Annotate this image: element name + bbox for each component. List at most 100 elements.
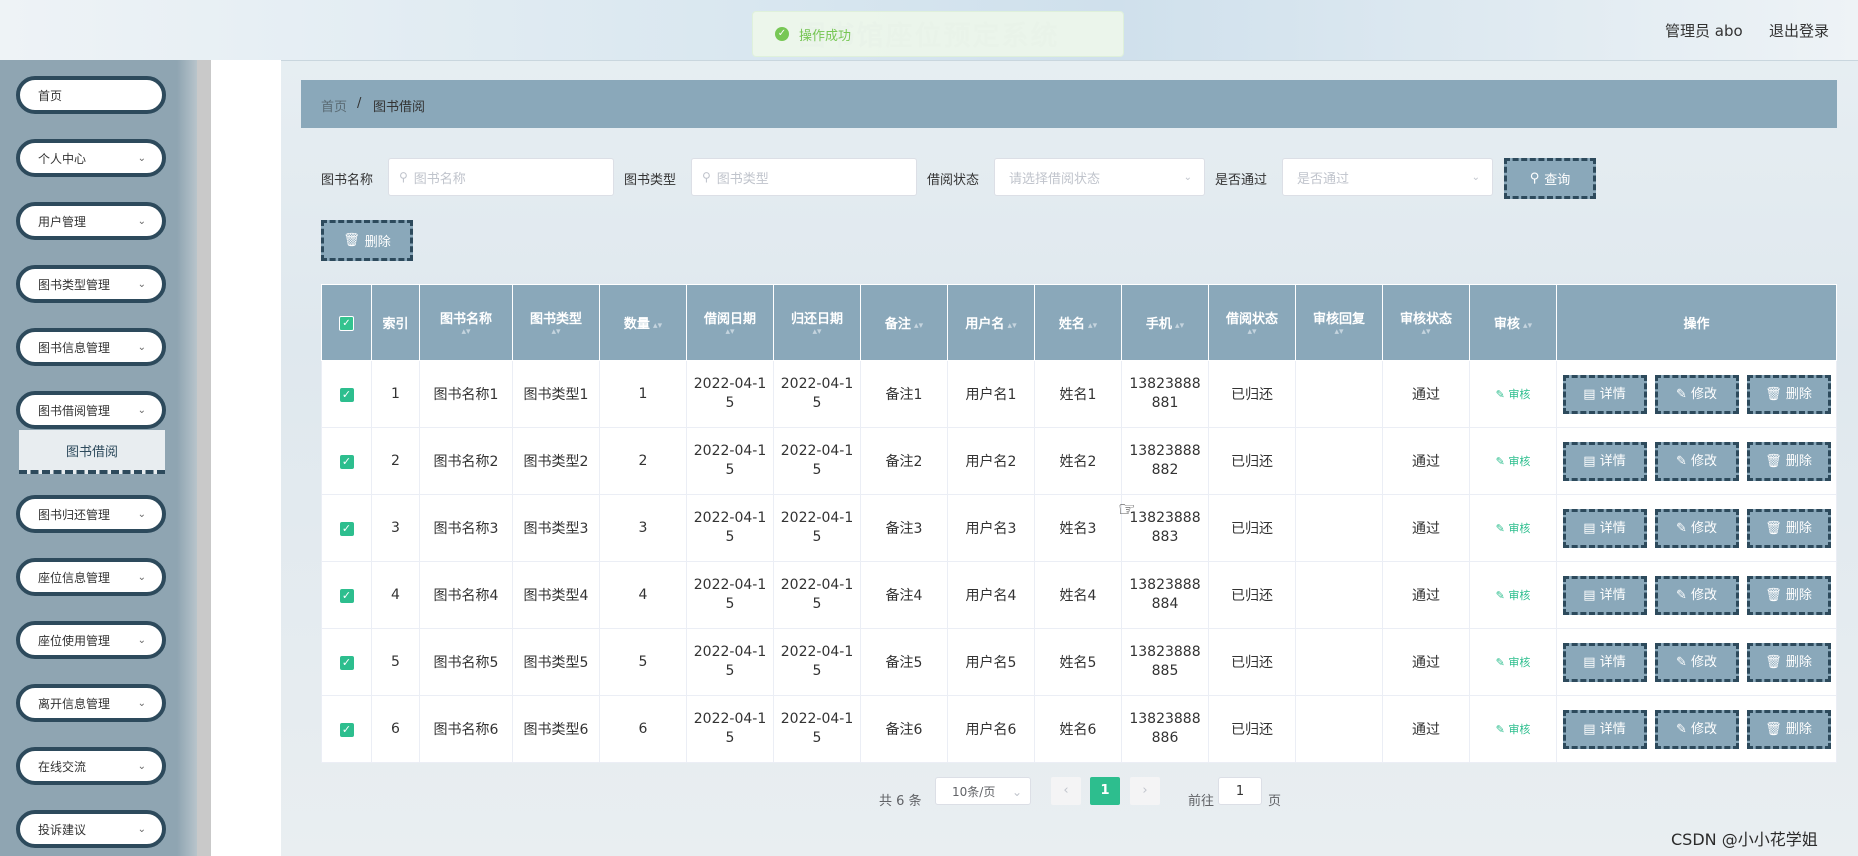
cell-actions: ▤ 详情 ✎ 修改 🗑 删除 bbox=[1556, 561, 1837, 629]
row-checkbox[interactable]: ✓ bbox=[339, 723, 354, 737]
row-checkbox[interactable]: ✓ bbox=[339, 455, 354, 469]
row-checkbox[interactable]: ✓ bbox=[339, 656, 354, 670]
audit-link[interactable]: ✎ 审核 bbox=[1496, 388, 1531, 401]
search-icon: ⚲ bbox=[702, 170, 711, 184]
cell-note: 备注2 bbox=[860, 427, 948, 495]
detail-button[interactable]: ▤ 详情 bbox=[1562, 441, 1647, 481]
cell-borrow-date: 2022-04-15 bbox=[686, 561, 774, 629]
audit-link[interactable]: ✎ 审核 bbox=[1496, 522, 1531, 535]
cell-qty: 3 bbox=[599, 494, 687, 562]
sidebar-item[interactable]: 首页 bbox=[16, 76, 166, 114]
col-return-date[interactable]: 归还日期 ▴▾ bbox=[773, 284, 861, 361]
delete-button[interactable]: 🗑 删除 bbox=[1746, 575, 1831, 615]
cell-audit-status: 通过 bbox=[1382, 427, 1470, 495]
audit-link[interactable]: ✎ 审核 bbox=[1496, 656, 1531, 669]
col-note[interactable]: 备注 bbox=[860, 284, 948, 361]
row-select-cell: ✓ bbox=[321, 360, 372, 428]
detail-button[interactable]: ▤ 详情 bbox=[1562, 575, 1647, 615]
breadcrumb-separator: / bbox=[357, 96, 362, 111]
document-icon: ▤ bbox=[1583, 654, 1596, 670]
delete-button[interactable]: 🗑 删除 bbox=[1746, 508, 1831, 548]
edit-button[interactable]: ✎ 修改 bbox=[1654, 709, 1739, 749]
query-button[interactable]: ⚲ 查询 bbox=[1504, 158, 1596, 199]
col-book-name[interactable]: 图书名称 ▴▾ bbox=[419, 284, 513, 361]
edit-button[interactable]: ✎ 修改 bbox=[1654, 508, 1739, 548]
sort-icon: ▴▾ bbox=[725, 327, 735, 337]
cell-audit: ✎ 审核 bbox=[1469, 427, 1557, 495]
trash-icon: 🗑 bbox=[1765, 654, 1782, 670]
batch-delete-button[interactable]: 🗑 删除 bbox=[321, 220, 413, 261]
edit-button[interactable]: ✎ 修改 bbox=[1654, 374, 1739, 414]
breadcrumb-home[interactable]: 首页 bbox=[321, 96, 347, 115]
sidebar-item[interactable]: 图书类型管理 ⌄ bbox=[16, 265, 166, 303]
cell-index: 3 bbox=[371, 494, 420, 562]
submenu-item-book-borrow[interactable]: 图书借阅 bbox=[19, 430, 165, 474]
sidebar-item-label: 座位使用管理 bbox=[38, 633, 111, 648]
sidebar-item[interactable]: 离开信息管理 ⌄ bbox=[16, 684, 166, 722]
borrow-status-select[interactable]: 请选择借阅状态 ⌄ bbox=[994, 158, 1205, 196]
cell-return-date: 2022-04-15 bbox=[773, 695, 861, 763]
row-checkbox[interactable]: ✓ bbox=[339, 522, 354, 536]
audit-link[interactable]: ✎ 审核 bbox=[1496, 455, 1531, 468]
col-borrow-date[interactable]: 借阅日期 ▴▾ bbox=[686, 284, 774, 361]
sidebar-item[interactable]: 投诉建议 ⌄ bbox=[16, 810, 166, 848]
cell-index: 5 bbox=[371, 628, 420, 696]
cell-realname: 姓名3 bbox=[1034, 494, 1122, 562]
goto-page-input[interactable]: 1 bbox=[1218, 777, 1262, 805]
sidebar-item[interactable]: 座位使用管理 ⌄ bbox=[16, 621, 166, 659]
cell-type: 图书类型2 bbox=[512, 427, 600, 495]
col-book-type[interactable]: 图书类型 ▴▾ bbox=[512, 284, 600, 361]
edit-button[interactable]: ✎ 修改 bbox=[1654, 642, 1739, 682]
next-page-button[interactable]: › bbox=[1130, 777, 1160, 805]
delete-button[interactable]: 🗑 删除 bbox=[1746, 642, 1831, 682]
col-audit[interactable]: 审核 bbox=[1469, 284, 1557, 361]
success-check-icon: ✓ bbox=[775, 27, 789, 41]
select-all-checkbox[interactable]: ✓ bbox=[339, 315, 354, 331]
sidebar-item[interactable]: 在线交流 ⌄ bbox=[16, 747, 166, 785]
delete-button[interactable]: 🗑 删除 bbox=[1746, 374, 1831, 414]
sidebar-item[interactable]: 图书归还管理 ⌄ bbox=[16, 495, 166, 533]
detail-button[interactable]: ▤ 详情 bbox=[1562, 709, 1647, 749]
row-checkbox[interactable]: ✓ bbox=[339, 388, 354, 402]
chevron-down-icon: ⌄ bbox=[1471, 171, 1480, 183]
sidebar-item[interactable]: 个人中心 ⌄ bbox=[16, 139, 166, 177]
row-checkbox[interactable]: ✓ bbox=[339, 589, 354, 603]
col-username[interactable]: 用户名 bbox=[947, 284, 1035, 361]
trash-icon: 🗑 bbox=[343, 233, 360, 248]
cell-note: 备注6 bbox=[860, 695, 948, 763]
prev-page-button[interactable]: ‹ bbox=[1051, 777, 1081, 805]
delete-button[interactable]: 🗑 删除 bbox=[1746, 709, 1831, 749]
edit-button[interactable]: ✎ 修改 bbox=[1654, 575, 1739, 615]
detail-button[interactable]: ▤ 详情 bbox=[1562, 508, 1647, 548]
sidebar-item[interactable]: 座位信息管理 ⌄ bbox=[16, 558, 166, 596]
sidebar-item[interactable]: 图书信息管理 ⌄ bbox=[16, 328, 166, 366]
detail-button[interactable]: ▤ 详情 bbox=[1562, 374, 1647, 414]
page-size-select[interactable]: 10条/页 ⌄ bbox=[935, 777, 1031, 805]
delete-button[interactable]: 🗑 删除 bbox=[1746, 441, 1831, 481]
col-realname[interactable]: 姓名 bbox=[1034, 284, 1122, 361]
sidebar-item-label: 图书信息管理 bbox=[38, 340, 111, 355]
table-row: ✓ 4 图书名称4 图书类型4 4 2022-04-15 2022-04-15 备注4 用户名4… bbox=[321, 561, 1837, 629]
audit-link[interactable]: ✎ 审核 bbox=[1496, 589, 1531, 602]
col-phone[interactable]: 手机 bbox=[1121, 284, 1209, 361]
passed-select[interactable]: 是否通过 ⌄ bbox=[1282, 158, 1493, 196]
detail-button[interactable]: ▤ 详情 bbox=[1562, 642, 1647, 682]
logout-button[interactable]: 退出登录 bbox=[1769, 20, 1829, 41]
sidebar-item[interactable]: 用户管理 ⌄ bbox=[16, 202, 166, 240]
col-audit-status[interactable]: 审核状态 ▴▾ bbox=[1382, 284, 1470, 361]
sidebar-item[interactable]: 图书借阅管理 ⌄ bbox=[16, 391, 166, 429]
edit-button[interactable]: ✎ 修改 bbox=[1654, 441, 1739, 481]
table-row: ✓ 1 图书名称1 图书类型1 1 2022-04-15 2022-04-15 备注1 用户名1… bbox=[321, 360, 1837, 428]
col-quantity[interactable]: 数量 bbox=[599, 284, 687, 361]
book-name-input[interactable]: ⚲ 图书名称 bbox=[388, 158, 614, 196]
book-type-input[interactable]: ⚲ 图书类型 bbox=[691, 158, 917, 196]
page-number-current[interactable]: 1 bbox=[1090, 777, 1120, 805]
cell-qty: 2 bbox=[599, 427, 687, 495]
col-borrow-status[interactable]: 借阅状态 ▴▾ bbox=[1208, 284, 1296, 361]
sidebar-item-label: 用户管理 bbox=[38, 214, 87, 229]
cell-index: 4 bbox=[371, 561, 420, 629]
audit-link[interactable]: ✎ 审核 bbox=[1496, 723, 1531, 736]
col-audit-reply[interactable]: 审核回复 ▴▾ bbox=[1295, 284, 1383, 361]
cell-username: 用户名3 bbox=[947, 494, 1035, 562]
chevron-down-icon: ⌄ bbox=[137, 215, 146, 227]
